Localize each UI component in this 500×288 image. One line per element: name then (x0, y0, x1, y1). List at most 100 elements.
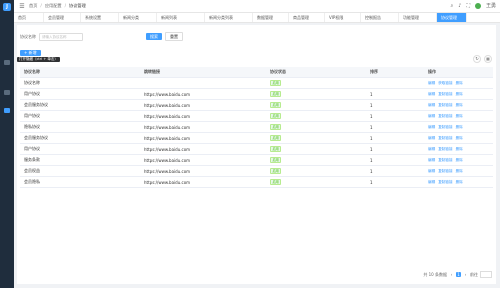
copy-link[interactable]: 复制链接 (438, 169, 452, 174)
tab-news-list[interactable]: 新闻列表 (157, 13, 205, 22)
cell-status: 启用 (266, 179, 370, 185)
search-input[interactable]: 请输入协议名称 (39, 32, 83, 41)
table-row: 会员权益 https://www.baidu.com 启用 1 编辑 复制链接 删除 (20, 166, 493, 177)
tab-news-category[interactable]: 新闻分类 (119, 13, 157, 22)
status-badge: 启用 (270, 179, 282, 185)
cell-sort: 1 (370, 135, 373, 141)
status-badge: 启用 (270, 168, 282, 174)
cell-link: https://www.baidu.com (144, 157, 191, 163)
add-button[interactable]: + 新增 (20, 50, 41, 56)
copy-link[interactable]: 复制链接 (438, 136, 452, 141)
page-number[interactable]: 1 (456, 272, 461, 277)
menu-toggle-icon[interactable]: ☰ (18, 3, 26, 10)
table-row: 用户协议 https://www.baidu.com 启用 1 编辑 复制链接 删除 (20, 89, 493, 100)
sidebar-item-2[interactable] (4, 90, 10, 95)
edit-link[interactable]: 编辑 (428, 103, 435, 108)
tab-protocols[interactable]: 协议管理 (437, 13, 467, 22)
next-page-icon[interactable]: › (463, 272, 468, 277)
fullscreen-icon[interactable]: ⛶ (466, 3, 470, 9)
cell-name: 用户协议 (24, 113, 40, 118)
delete-link[interactable]: 删除 (456, 147, 463, 152)
delete-link[interactable]: 删除 (456, 103, 463, 108)
cell-sort: 1 (370, 168, 373, 174)
cell-name: 会员服务协议 (24, 102, 48, 107)
table-row: 协议名称 启用 编辑 获取链接 删除 (20, 78, 493, 89)
tooltip: 打开隐藏（ctrl + 单击） (17, 57, 60, 62)
delete-link[interactable]: 删除 (456, 180, 463, 185)
edit-link[interactable]: 编辑 (428, 136, 435, 141)
edit-link[interactable]: 编辑 (428, 158, 435, 163)
refresh-icon[interactable]: ↻ (473, 55, 481, 63)
table-row: 会员隐私 https://www.baidu.com 启用 1 编辑 复制链接 删除 (20, 177, 493, 188)
delete-link[interactable]: 删除 (456, 169, 463, 174)
tab-data[interactable]: 数据管理 (253, 13, 289, 22)
copy-link[interactable]: 复制链接 (438, 147, 452, 152)
bell-icon[interactable]: ♪ (458, 3, 461, 9)
delete-link[interactable]: 删除 (456, 81, 463, 86)
tab-members[interactable]: 会员管理 (44, 13, 81, 22)
delete-link[interactable]: 删除 (456, 92, 463, 97)
breadcrumb-item[interactable]: 应用配置 (45, 3, 62, 9)
tab-news-category-list[interactable]: 新闻分类列表 (205, 13, 253, 22)
reset-button[interactable]: 重置 (165, 32, 183, 41)
cell-actions: 编辑 复制链接 删除 (428, 103, 493, 108)
cell-name: 服务条款 (24, 157, 40, 162)
tab-home[interactable]: 首页 (14, 13, 44, 22)
top-bar: ☰ 首页 / 应用配置 / 协议管理 ⌕ ♪ ⛶ 王勇 (14, 0, 500, 13)
breadcrumb-current: 协议管理 (69, 3, 86, 8)
columns-icon[interactable]: ▦ (484, 55, 492, 63)
tab-reports[interactable]: 控制报告 (361, 13, 399, 22)
sidebar-item-active[interactable] (4, 108, 10, 113)
edit-link[interactable]: 编辑 (428, 81, 435, 86)
goto-input[interactable] (480, 271, 492, 278)
copy-link[interactable]: 复制链接 (438, 125, 452, 130)
protocol-table: 协议名称 跳转链接 协议状态 排序 操作 协议名称 启用 编辑 获取链接 删除 用户协议 h… (20, 67, 493, 188)
cell-status: 启用 (266, 146, 370, 152)
copy-link[interactable]: 复制链接 (438, 158, 452, 163)
edit-link[interactable]: 编辑 (428, 114, 435, 119)
cell-name: 协议名称 (24, 80, 40, 85)
table-row: 服务条款 https://www.baidu.com 启用 1 编辑 复制链接 删除 (20, 155, 493, 166)
tab-system[interactable]: 系统设置 (81, 13, 119, 22)
app-logo: J (3, 3, 11, 11)
status-badge: 启用 (270, 91, 282, 97)
tab-goods[interactable]: 商品管理 (289, 13, 325, 22)
reset-button-label: 重置 (170, 34, 178, 39)
cell-sort: 1 (370, 179, 373, 185)
copy-link[interactable]: 复制链接 (438, 92, 452, 97)
sidebar-item-1[interactable] (4, 60, 10, 65)
prev-page-icon[interactable]: ‹ (449, 272, 454, 277)
copy-link[interactable]: 复制链接 (438, 180, 452, 185)
edit-link[interactable]: 编辑 (428, 147, 435, 152)
header-actions: 操作 (428, 69, 436, 74)
table-row: 用户协议 https://www.baidu.com 启用 1 编辑 复制链接 删除 (20, 144, 493, 155)
search-button[interactable]: 搜索 (146, 33, 162, 40)
cell-name: 用户协议 (24, 146, 40, 151)
edit-link[interactable]: 编辑 (428, 169, 435, 174)
copy-link[interactable]: 复制链接 (438, 114, 452, 119)
status-badge: 启用 (270, 124, 282, 130)
cell-actions: 编辑 复制链接 删除 (428, 92, 493, 97)
cell-status: 启用 (266, 113, 370, 119)
edit-link[interactable]: 编辑 (428, 125, 435, 130)
table-row: 用户协议 https://www.baidu.com 启用 1 编辑 复制链接 删除 (20, 111, 493, 122)
search-icon[interactable]: ⌕ (450, 3, 453, 9)
cell-actions: 编辑 复制链接 删除 (428, 158, 493, 163)
delete-link[interactable]: 删除 (456, 125, 463, 130)
pagination: 共 10 条数据 ‹ 1 › 前往 (423, 271, 492, 278)
edit-link[interactable]: 编辑 (428, 92, 435, 97)
delete-link[interactable]: 删除 (456, 158, 463, 163)
user-name[interactable]: 王勇 (486, 2, 496, 9)
delete-link[interactable]: 删除 (456, 136, 463, 141)
copy-link[interactable]: 获取链接 (438, 81, 452, 86)
copy-link[interactable]: 复制链接 (438, 103, 452, 108)
edit-link[interactable]: 编辑 (428, 180, 435, 185)
status-badge: 启用 (270, 135, 282, 141)
breadcrumb-item[interactable]: 首页 (29, 3, 37, 9)
user-avatar[interactable] (474, 2, 481, 9)
tab-bar: 首页 会员管理 系统设置 新闻分类 新闻列表 新闻分类列表 数据管理 商品管理 … (14, 13, 500, 23)
delete-link[interactable]: 删除 (456, 114, 463, 119)
tab-vip[interactable]: VIP权限 (325, 13, 361, 22)
cell-name: 会员服务协议 (24, 135, 48, 140)
tab-features[interactable]: 功能管理 (399, 13, 437, 22)
